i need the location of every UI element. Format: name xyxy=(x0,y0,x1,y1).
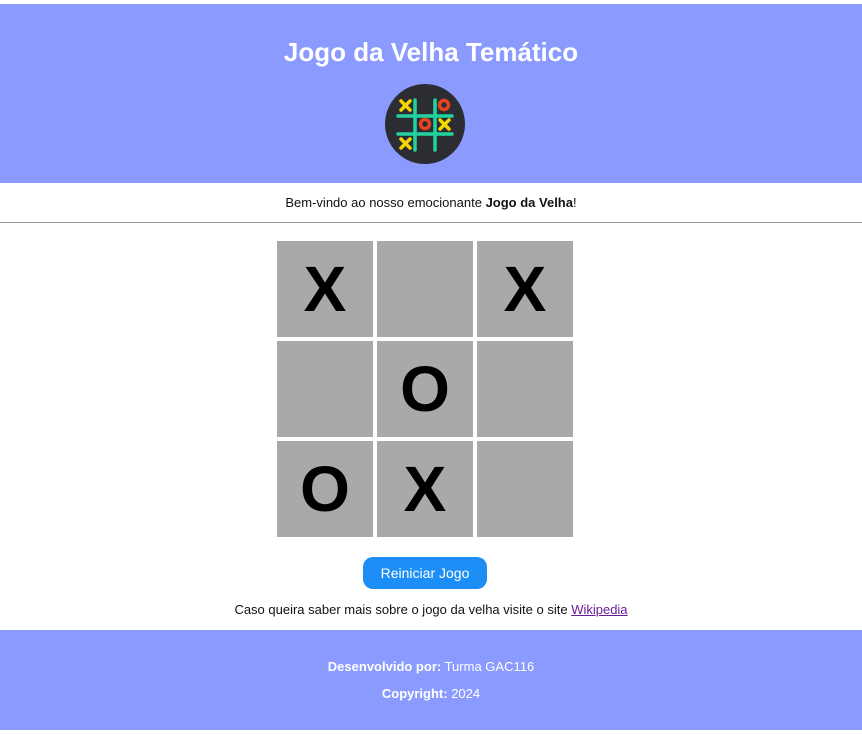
copyright-label: Copyright: xyxy=(381,686,448,701)
footer-copyright: Copyright: 2024 xyxy=(0,686,862,702)
wikipedia-link[interactable]: Wikipedia xyxy=(571,602,627,617)
header: Jogo da Velha Temático xyxy=(0,4,862,183)
page: Jogo da Velha Temático Bem-vindo ao noss… xyxy=(0,0,862,734)
footer-developer: Desenvolvido por: Turma GAC116 xyxy=(0,659,862,675)
welcome-message: Bem-vindo ao nosso emocionante Jogo da V… xyxy=(0,195,862,211)
developer-value: Turma GAC116 xyxy=(441,659,535,674)
divider xyxy=(0,222,862,223)
logo-graphic xyxy=(396,98,454,152)
board-cell-7[interactable]: O xyxy=(277,441,373,537)
welcome-prefix: Bem-vindo ao nosso emocionante xyxy=(285,195,486,210)
info-text: Caso queira saber mais sobre o jogo da v… xyxy=(0,602,862,618)
board-cell-1[interactable]: X xyxy=(277,241,373,337)
game-board: X X O O X xyxy=(277,241,573,537)
footer: Desenvolvido por: Turma GAC116 Copyright… xyxy=(0,630,862,730)
board-cell-2[interactable] xyxy=(377,241,473,337)
board-cell-6[interactable] xyxy=(477,341,573,437)
welcome-emphasis: Jogo da Velha xyxy=(485,195,573,210)
board-cell-8[interactable]: X xyxy=(377,441,473,537)
tic-tac-toe-logo-icon xyxy=(385,84,465,164)
board-cell-9[interactable] xyxy=(477,441,573,537)
page-title: Jogo da Velha Temático xyxy=(283,37,579,67)
board-cell-3[interactable]: X xyxy=(477,241,573,337)
board-cell-4[interactable] xyxy=(277,341,373,437)
copyright-value: 2024 xyxy=(447,686,481,701)
restart-button[interactable]: Reiniciar Jogo xyxy=(363,557,487,589)
welcome-suffix: ! xyxy=(572,195,577,210)
board-cell-5[interactable]: O xyxy=(377,341,473,437)
info-message: Caso queira saber mais sobre o jogo da v… xyxy=(234,602,572,617)
developer-label: Desenvolvido por: xyxy=(327,659,442,674)
